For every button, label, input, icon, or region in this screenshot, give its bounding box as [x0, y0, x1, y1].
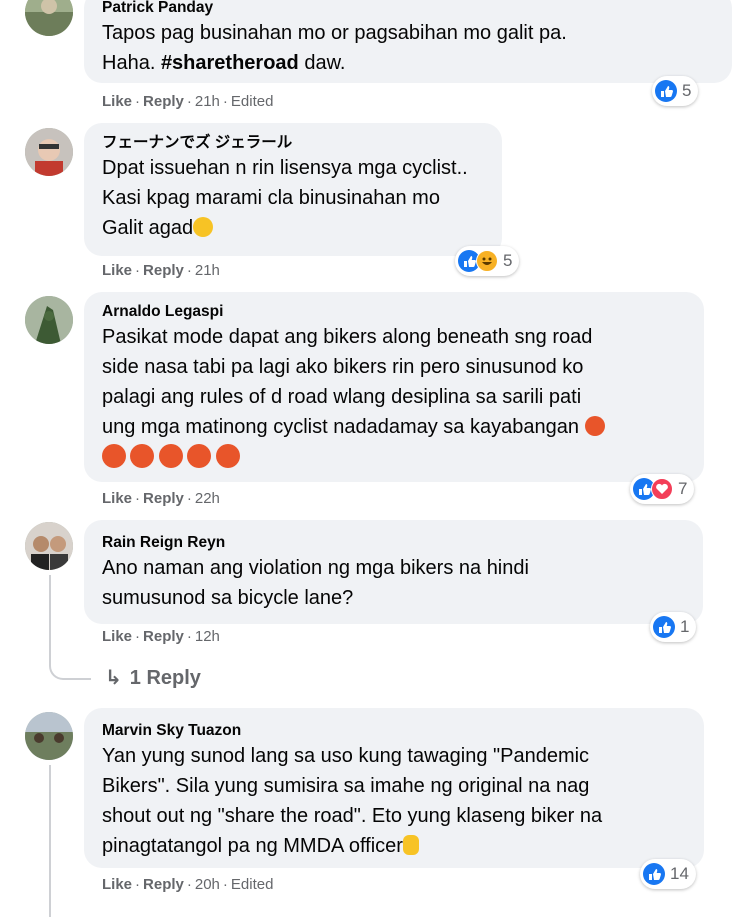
avatar-image	[25, 296, 73, 344]
comment-actions: Like · Reply · 20h · Edited	[102, 876, 274, 893]
reply-arrow-icon: ↳	[105, 667, 122, 689]
avatar[interactable]	[25, 128, 73, 176]
comment-text: Dpat issuehan n rin lisensya mga cyclist…	[102, 153, 484, 243]
comment-bubble: Marvin Sky Tuazon Yan yung sunod lang sa…	[84, 708, 704, 868]
reaction-summary[interactable]: 7	[630, 474, 695, 504]
comment-author[interactable]: Marvin Sky Tuazon	[102, 721, 686, 741]
timestamp[interactable]: 21h	[195, 93, 220, 110]
avatar-image	[25, 522, 73, 570]
avatar[interactable]	[25, 0, 73, 36]
reaction-count: 7	[678, 479, 688, 498]
avatar[interactable]	[25, 296, 73, 344]
comment-actions: Like · Reply · 21h	[102, 262, 220, 279]
angry-face-emoji-icon	[130, 444, 155, 468]
like-button[interactable]: Like	[102, 490, 132, 507]
comment-text-part: Dpat issuehan n rin lisensya mga cyclist…	[102, 157, 468, 239]
edited-label: Edited	[230, 876, 274, 893]
reply-thread-connector	[49, 650, 91, 680]
angry-face-emoji-icon	[102, 444, 126, 468]
emoji-row	[102, 444, 686, 470]
comment-text: Tapos pag businahan mo or pagsabihan mo …	[102, 18, 714, 78]
comment-bubble: Patrick Panday Tapos pag businahan mo or…	[84, 0, 732, 83]
comment-text-part: Pasikat mode dapat ang bikers along bene…	[102, 326, 593, 438]
reaction-summary[interactable]: 1	[650, 612, 697, 642]
comment-bubble: フェーナンでズ ジェラール Dpat issuehan n rin lisens…	[84, 123, 502, 256]
reaction-summary[interactable]: 5	[652, 76, 699, 106]
laughing-emoji-icon	[193, 217, 214, 237]
reaction-count: 5	[503, 251, 513, 270]
reply-button[interactable]: Reply	[143, 93, 184, 110]
like-reaction-icon	[655, 80, 677, 102]
pointing-up-emoji-icon	[402, 835, 419, 855]
timestamp[interactable]: 12h	[195, 628, 220, 645]
angry-face-emoji-icon	[584, 416, 605, 436]
comment-author[interactable]: Arnaldo Legaspi	[102, 302, 686, 322]
comment-actions: Like · Reply · 21h · Edited	[102, 93, 274, 110]
comment-actions: Like · Reply · 22h	[102, 490, 220, 507]
avatar[interactable]	[25, 712, 73, 760]
comment-bubble: Rain Reign Reyn Ano naman ang violation …	[84, 520, 703, 624]
avatar-image	[25, 712, 73, 760]
view-replies-link[interactable]: ↳ 1 Reply	[105, 665, 201, 690]
comment-text: Yan yung sunod lang sa uso kung tawaging…	[102, 741, 686, 861]
reaction-summary[interactable]: 14	[640, 859, 696, 889]
comment-actions: Like · Reply · 12h	[102, 628, 220, 645]
like-reaction-icon	[653, 616, 675, 638]
like-reaction-icon	[643, 863, 665, 885]
reaction-summary[interactable]: 5	[455, 246, 520, 276]
angry-face-emoji-icon	[158, 444, 183, 468]
reply-button[interactable]: Reply	[143, 628, 184, 645]
comment-text-part: daw.	[298, 52, 346, 74]
like-button[interactable]: Like	[102, 262, 132, 279]
comment-bubble: Arnaldo Legaspi Pasikat mode dapat ang b…	[84, 292, 704, 482]
avatar-image	[25, 128, 73, 176]
timestamp[interactable]: 20h	[195, 876, 220, 893]
reaction-count: 14	[670, 864, 689, 883]
angry-face-emoji-icon	[187, 444, 212, 468]
timestamp[interactable]: 21h	[195, 262, 220, 279]
reply-thread-line	[49, 575, 51, 660]
hashtag-link[interactable]: #sharetheroad	[161, 52, 299, 74]
love-reaction-icon	[651, 478, 673, 500]
comment-author[interactable]: Patrick Panday	[102, 0, 714, 18]
view-replies-label: 1 Reply	[129, 667, 201, 689]
reply-button[interactable]: Reply	[143, 490, 184, 507]
comment-author[interactable]: Rain Reign Reyn	[102, 533, 685, 553]
comment-text: Ano naman ang violation ng mga bikers na…	[102, 557, 529, 609]
haha-reaction-icon	[476, 250, 498, 272]
avatar[interactable]	[25, 522, 73, 570]
edited-label: Edited	[230, 93, 274, 110]
comment-author[interactable]: フェーナンでズ ジェラール	[102, 133, 484, 153]
reaction-count: 1	[680, 617, 690, 636]
reply-thread-line	[49, 765, 51, 917]
comment-text: Pasikat mode dapat ang bikers along bene…	[102, 322, 686, 442]
reply-button[interactable]: Reply	[143, 876, 184, 893]
reply-button[interactable]: Reply	[143, 262, 184, 279]
avatar-image	[25, 0, 73, 36]
comment-text-part: Yan yung sunod lang sa uso kung tawaging…	[102, 745, 603, 857]
like-button[interactable]: Like	[102, 876, 132, 893]
like-button[interactable]: Like	[102, 628, 132, 645]
timestamp[interactable]: 22h	[195, 490, 220, 507]
like-button[interactable]: Like	[102, 93, 132, 110]
angry-face-emoji-icon	[215, 444, 240, 468]
reaction-count: 5	[682, 81, 692, 100]
